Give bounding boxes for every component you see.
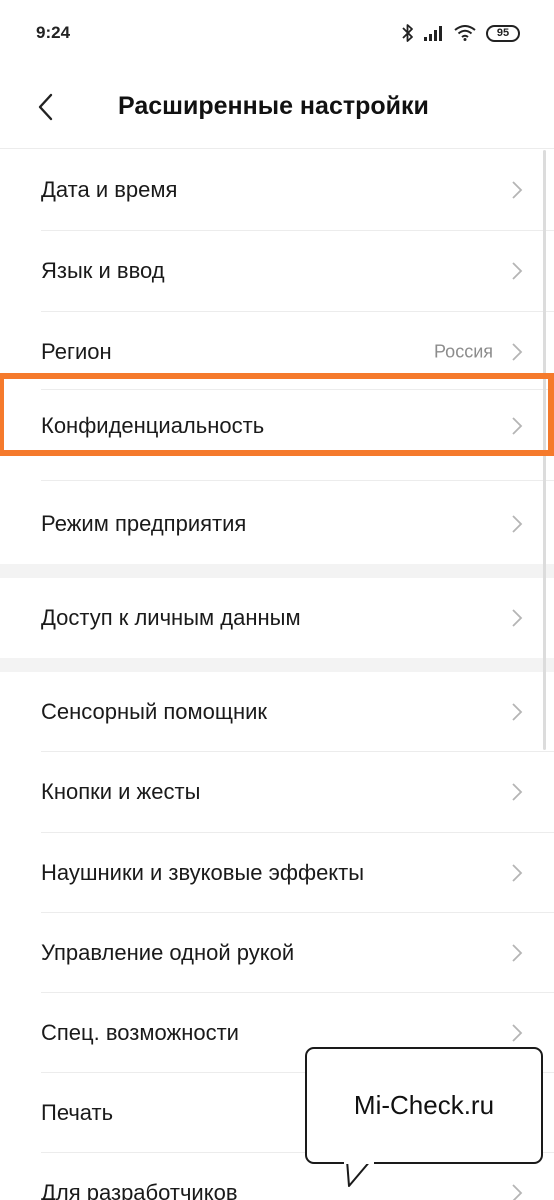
wifi-icon bbox=[454, 25, 476, 41]
chevron-right-icon bbox=[512, 343, 523, 361]
settings-item-buttons-gestures[interactable]: Кнопки и жесты bbox=[0, 752, 554, 832]
page-title: Расширенные настройки bbox=[118, 92, 429, 120]
settings-item-headphones-sound[interactable]: Наушники и звуковые эффекты bbox=[0, 833, 554, 913]
section-separator bbox=[0, 564, 554, 578]
chevron-right-icon bbox=[512, 1184, 523, 1200]
chevron-right-icon bbox=[512, 262, 523, 280]
chevron-right-icon bbox=[512, 703, 523, 721]
watermark-bubble: Mi-Check.ru bbox=[305, 1047, 543, 1164]
settings-item-personal-data-access[interactable]: Доступ к личным данным bbox=[0, 578, 554, 658]
scrollbar[interactable] bbox=[543, 150, 546, 750]
settings-item-label: Сенсорный помощник bbox=[41, 699, 268, 724]
chevron-right-icon bbox=[512, 609, 523, 627]
battery-level: 95 bbox=[496, 26, 510, 39]
chevron-left-icon[interactable] bbox=[34, 91, 58, 123]
settings-item-region[interactable]: Регион Россия bbox=[0, 312, 554, 392]
settings-item-label: Кнопки и жесты bbox=[41, 779, 201, 804]
status-bar: 9:24 95 bbox=[0, 0, 554, 66]
signal-icon bbox=[424, 25, 444, 41]
settings-item-touch-assistant[interactable]: Сенсорный помощник bbox=[0, 672, 554, 752]
settings-item-date-time[interactable]: Дата и время bbox=[0, 150, 554, 230]
settings-item-language-input[interactable]: Язык и ввод bbox=[0, 231, 554, 311]
settings-item-label: Доступ к личным данным bbox=[41, 605, 301, 630]
header-divider bbox=[0, 148, 554, 149]
settings-item-label: Дата и время bbox=[41, 177, 178, 202]
settings-item-label: Регион bbox=[41, 339, 112, 364]
settings-item-label: Для разработчиков bbox=[41, 1180, 238, 1200]
settings-item-label: Язык и ввод bbox=[41, 258, 165, 283]
section-separator bbox=[0, 658, 554, 672]
divider bbox=[41, 480, 554, 481]
region-value: Россия bbox=[433, 341, 493, 362]
bluetooth-icon bbox=[402, 23, 414, 43]
settings-item-label: Печать bbox=[41, 1100, 114, 1125]
watermark-tail bbox=[344, 1160, 374, 1187]
chevron-right-icon bbox=[512, 783, 523, 801]
chevron-right-icon bbox=[512, 515, 523, 533]
settings-item-label: Управление одной рукой bbox=[41, 940, 295, 965]
settings-item-label: Спец. возможности bbox=[41, 1020, 239, 1045]
settings-item-privacy[interactable]: Конфиденциальность bbox=[0, 384, 554, 467]
chevron-right-icon bbox=[512, 944, 523, 962]
chevron-right-icon bbox=[512, 1024, 523, 1042]
settings-item-enterprise-mode[interactable]: Режим предприятия bbox=[0, 484, 554, 564]
status-time: 9:24 bbox=[36, 23, 71, 42]
battery-icon: 95 bbox=[486, 24, 520, 42]
header: Расширенные настройки bbox=[0, 66, 554, 148]
settings-item-label: Наушники и звуковые эффекты bbox=[41, 860, 365, 885]
watermark-text: Mi-Check.ru bbox=[353, 1090, 495, 1120]
chevron-right-icon bbox=[512, 181, 523, 199]
settings-item-label: Режим предприятия bbox=[41, 511, 247, 536]
status-icons: 95 bbox=[402, 20, 520, 46]
settings-item-label: Конфиденциальность bbox=[41, 412, 265, 438]
chevron-right-icon bbox=[512, 416, 523, 435]
settings-item-one-hand-mode[interactable]: Управление одной рукой bbox=[0, 913, 554, 993]
chevron-right-icon bbox=[512, 864, 523, 882]
